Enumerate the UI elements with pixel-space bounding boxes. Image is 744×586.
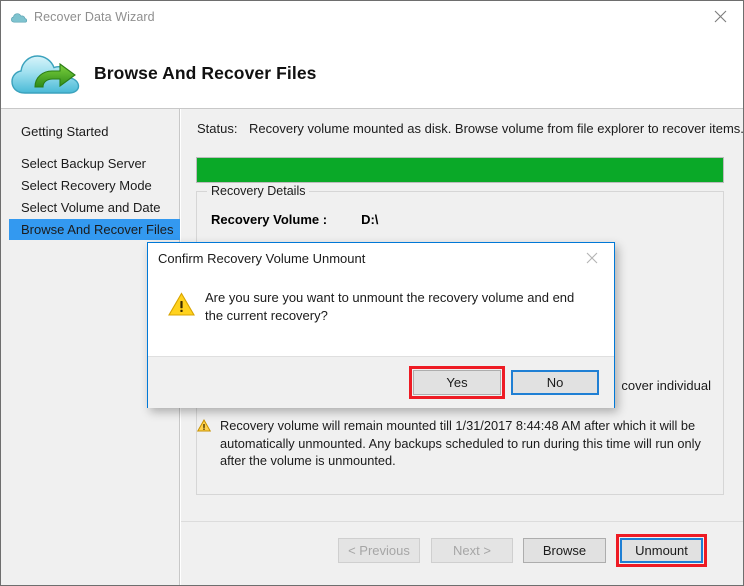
sidebar-item-label: Select Backup Server <box>21 156 147 171</box>
dialog-footer: Yes No <box>148 356 614 408</box>
unmount-button[interactable]: Unmount <box>620 538 703 563</box>
status-row: Status: Recovery volume mounted as disk. … <box>197 121 744 136</box>
sidebar-item-label: Select Recovery Mode <box>21 178 152 193</box>
note-text: Recovery volume will remain mounted till… <box>220 418 701 468</box>
sidebar-item-label: Getting Started <box>21 124 109 139</box>
sidebar-item-select-recovery-mode[interactable]: Select Recovery Mode <box>9 175 180 196</box>
status-label: Status: <box>197 121 238 136</box>
dialog-no-button[interactable]: No <box>511 370 599 395</box>
recovery-volume-label: Recovery Volume : <box>211 212 328 227</box>
window-titlebar: Recover Data Wizard <box>1 1 743 35</box>
sidebar-item-label: Browse And Recover Files <box>21 222 174 237</box>
sidebar-item-label: Select Volume and Date <box>21 200 161 215</box>
cloud-icon <box>11 10 28 25</box>
recovery-details-legend: Recovery Details <box>207 184 310 198</box>
dialog-message: Are you sure you want to unmount the rec… <box>205 290 575 323</box>
unmount-schedule-note: Recovery volume will remain mounted till… <box>196 417 707 470</box>
previous-button[interactable]: < Previous <box>338 538 420 563</box>
sidebar-item-browse-and-recover-files[interactable]: Browse And Recover Files <box>9 219 180 240</box>
wizard-footer: < Previous Next > Browse Unmount <box>181 521 743 585</box>
warning-icon <box>196 418 212 470</box>
warning-triangle-icon <box>168 292 195 322</box>
sidebar-item-select-volume-and-date[interactable]: Select Volume and Date <box>9 197 180 218</box>
close-icon[interactable] <box>570 243 614 272</box>
sidebar-item-select-backup-server[interactable]: Select Backup Server <box>9 153 180 174</box>
dialog-yes-button[interactable]: Yes <box>413 370 501 395</box>
cloud-recover-logo <box>9 45 85 103</box>
status-text: Recovery volume mounted as disk. Browse … <box>249 121 744 136</box>
dialog-title: Confirm Recovery Volume Unmount <box>158 251 366 266</box>
next-button[interactable]: Next > <box>431 538 513 563</box>
dialog-titlebar: Confirm Recovery Volume Unmount <box>148 243 614 273</box>
page-title: Browse And Recover Files <box>94 63 317 83</box>
close-icon[interactable] <box>697 1 743 32</box>
recovery-volume-value: D:\ <box>361 212 379 227</box>
recovery-progress-bar <box>196 157 724 183</box>
confirm-unmount-dialog: Confirm Recovery Volume Unmount Are you … <box>147 242 615 408</box>
page-header: Browse And Recover Files <box>1 35 743 109</box>
sidebar-item-getting-started[interactable]: Getting Started <box>9 121 180 142</box>
dialog-body: Are you sure you want to unmount the rec… <box>148 273 614 356</box>
progress-fill <box>197 158 723 182</box>
window-title: Recover Data Wizard <box>34 10 155 24</box>
browse-button[interactable]: Browse <box>523 538 606 563</box>
recover-data-wizard-window: Recover Data Wizard Browse And Recover F… <box>0 0 744 586</box>
recovery-volume-row: Recovery Volume : D:\ <box>211 212 378 227</box>
